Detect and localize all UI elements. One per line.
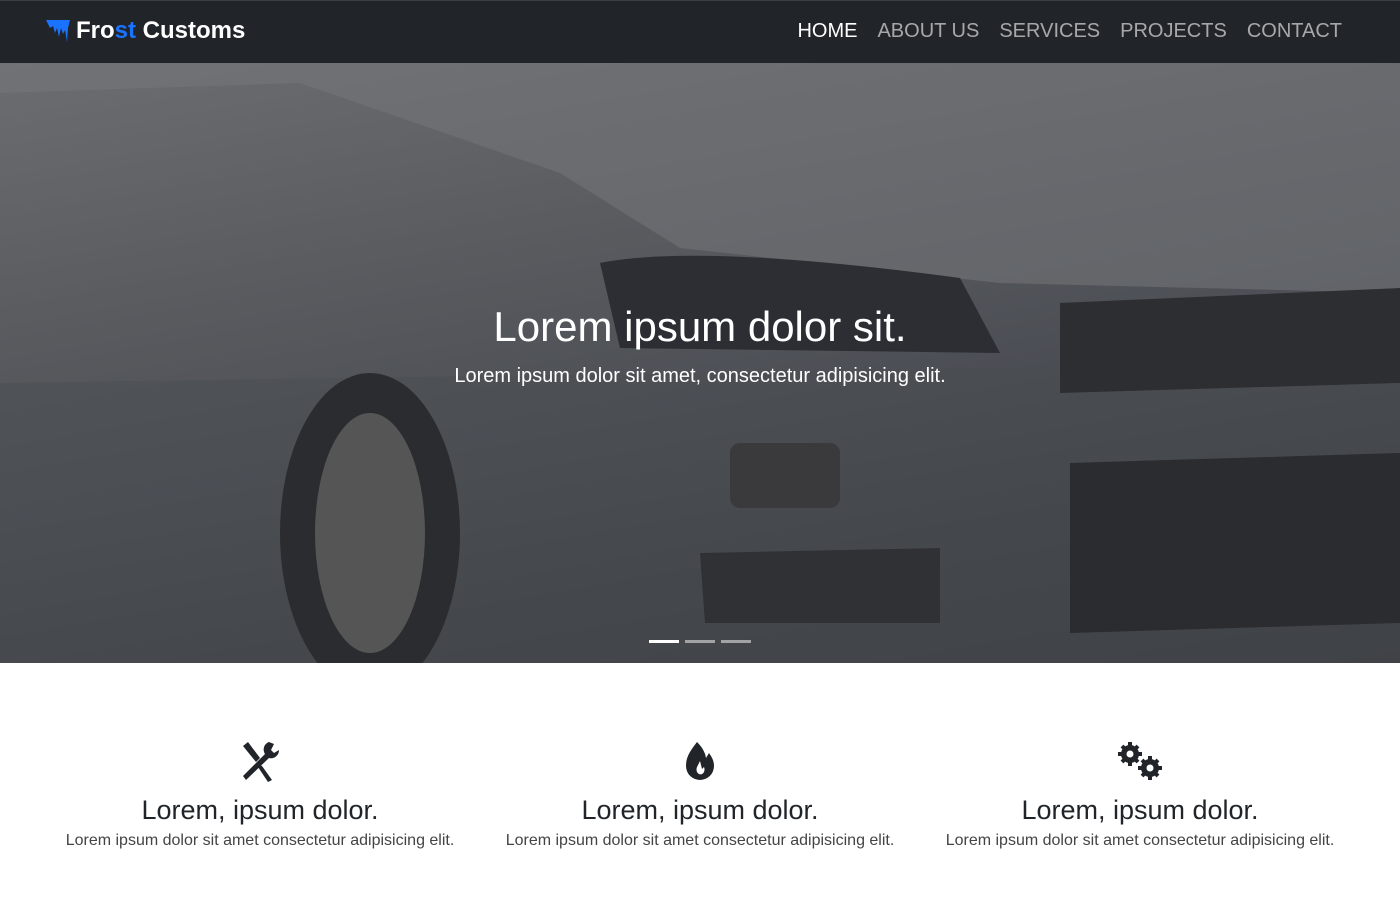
carousel-indicator-2[interactable]: [685, 640, 715, 643]
feature-text: Lorem ipsum dolor sit amet consectetur a…: [945, 832, 1335, 849]
hero-subtitle: Lorem ipsum dolor sit amet, consectetur …: [454, 365, 946, 387]
feature-text: Lorem ipsum dolor sit amet consectetur a…: [65, 832, 455, 849]
icicle-logo-icon: [46, 20, 70, 42]
feature-title: Lorem, ipsum dolor.: [1021, 795, 1259, 825]
brand-text-3: Customs: [136, 17, 246, 44]
brand-text-2: st: [114, 17, 137, 44]
nav-about-us[interactable]: ABOUT US: [877, 20, 979, 43]
hero-title: Lorem ipsum dolor sit.: [493, 303, 907, 350]
brand-text-1: Fro: [76, 17, 115, 44]
nav-services[interactable]: SERVICES: [999, 20, 1100, 43]
carousel-indicator-3[interactable]: [721, 640, 751, 643]
carousel-indicators: [649, 640, 751, 643]
tools-icon: [243, 742, 280, 782]
feature-text: Lorem ipsum dolor sit amet consectetur a…: [505, 832, 895, 849]
carousel-caption: Lorem ipsum dolor sit. Lorem ipsum dolor…: [0, 303, 1400, 388]
nav-home[interactable]: HOME: [797, 20, 857, 43]
feature-title: Lorem, ipsum dolor.: [581, 795, 819, 825]
feature-card: Lorem, ipsum dolor. Lorem ipsum dolor si…: [920, 740, 1360, 850]
features: Lorem, ipsum dolor. Lorem ipsum dolor si…: [40, 740, 1360, 850]
cogs-icon: [1118, 742, 1162, 780]
brand-logo[interactable]: Fro st Customs: [46, 17, 245, 45]
fire-icon: [686, 742, 714, 780]
navbar: Fro st Customs HOME ABOUT US SERVICES PRO…: [0, 0, 1400, 63]
hero-carousel[interactable]: Lorem ipsum dolor sit. Lorem ipsum dolor…: [0, 63, 1400, 663]
feature-title: Lorem, ipsum dolor.: [141, 795, 379, 825]
nav-contact[interactable]: CONTACT: [1247, 20, 1342, 43]
carousel-indicator-1[interactable]: [649, 640, 679, 643]
nav-menu: HOME ABOUT US SERVICES PROJECTS CONTACT: [797, 20, 1342, 43]
feature-card: Lorem, ipsum dolor. Lorem ipsum dolor si…: [40, 740, 480, 850]
feature-card: Lorem, ipsum dolor. Lorem ipsum dolor si…: [480, 740, 920, 850]
nav-projects[interactable]: PROJECTS: [1120, 20, 1227, 43]
